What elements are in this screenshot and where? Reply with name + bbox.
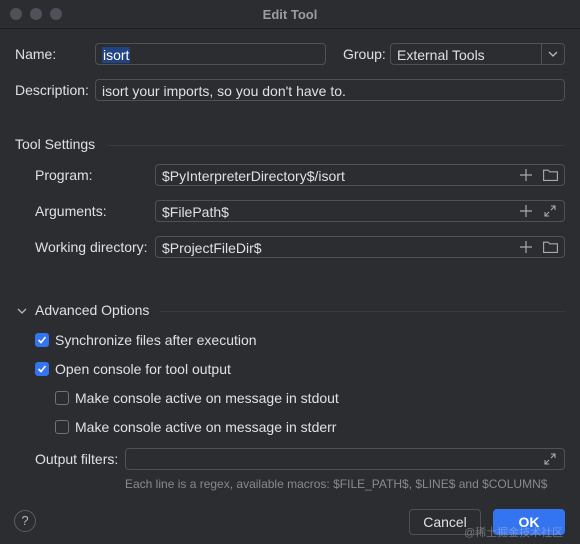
insert-macro-plus-icon[interactable] <box>518 167 534 183</box>
insert-macro-plus-icon[interactable] <box>518 239 534 255</box>
expand-icon[interactable] <box>542 451 558 467</box>
stderr-checkbox[interactable] <box>55 420 69 434</box>
open-console-label[interactable]: Open console for tool output <box>55 361 231 377</box>
description-label: Description: <box>15 82 89 98</box>
working-directory-value: $ProjectFileDir$ <box>162 240 262 256</box>
working-directory-label: Working directory: <box>35 239 148 255</box>
chevron-down-icon[interactable] <box>541 44 564 64</box>
group-label: Group: <box>343 46 386 62</box>
title-bar: Edit Tool <box>0 0 580 29</box>
group-value: External Tools <box>397 47 485 63</box>
collapse-chevron-icon[interactable] <box>14 303 30 319</box>
program-value: $PyInterpreterDirectory$/isort <box>162 168 345 184</box>
name-label: Name: <box>15 46 57 62</box>
sync-files-label[interactable]: Synchronize files after execution <box>55 332 257 348</box>
insert-macro-plus-icon[interactable] <box>518 203 534 219</box>
output-filters-input[interactable] <box>125 448 565 470</box>
stdout-checkbox[interactable] <box>55 391 69 405</box>
tool-settings-heading: Tool Settings <box>15 136 96 152</box>
dialog-title: Edit Tool <box>262 7 318 22</box>
folder-browse-icon[interactable] <box>542 167 558 183</box>
advanced-options-divider <box>160 311 565 312</box>
name-input[interactable]: isort <box>95 43 326 65</box>
sync-files-checkbox[interactable] <box>35 333 49 347</box>
folder-browse-icon[interactable] <box>542 239 558 255</box>
working-directory-input[interactable]: $ProjectFileDir$ <box>155 236 565 258</box>
tool-settings-divider <box>107 145 565 146</box>
group-dropdown[interactable]: External Tools <box>390 43 565 65</box>
expand-icon[interactable] <box>542 203 558 219</box>
arguments-input[interactable]: $FilePath$ <box>155 200 565 222</box>
name-value: isort <box>102 47 131 63</box>
arguments-label: Arguments: <box>35 203 107 219</box>
output-filters-label: Output filters: <box>35 451 119 467</box>
open-console-checkbox[interactable] <box>35 362 49 376</box>
arguments-value: $FilePath$ <box>162 204 229 220</box>
watermark: @稀土掘金技术社区 <box>464 527 564 539</box>
program-input[interactable]: $PyInterpreterDirectory$/isort <box>155 164 565 186</box>
advanced-options-heading[interactable]: Advanced Options <box>35 302 149 318</box>
output-filters-hint: Each line is a regex, available macros: … <box>125 477 548 491</box>
program-label: Program: <box>35 167 93 183</box>
help-button[interactable]: ? <box>14 510 36 532</box>
stdout-label[interactable]: Make console active on message in stdout <box>75 390 339 406</box>
description-input[interactable]: isort your imports, so you don't have to… <box>95 79 565 101</box>
stderr-label[interactable]: Make console active on message in stderr <box>75 419 336 435</box>
description-value: isort your imports, so you don't have to… <box>102 83 346 99</box>
